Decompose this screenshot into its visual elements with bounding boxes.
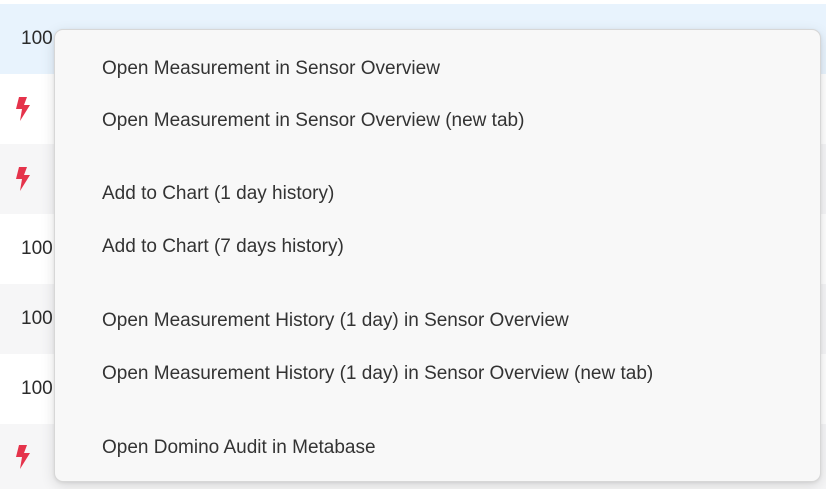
table-cell-value: 100 — [21, 238, 53, 259]
lightning-bolt-icon — [14, 165, 34, 193]
table-cell-value: 100 — [21, 378, 53, 399]
menu-item-add-to-chart-1-day[interactable]: Add to Chart (1 day history) — [55, 174, 820, 214]
table-cell-value: 100 — [21, 28, 53, 49]
menu-item-open-history-sensor-overview[interactable]: Open Measurement History (1 day) in Sens… — [55, 301, 820, 341]
menu-item-open-history-sensor-overview-new-tab[interactable]: Open Measurement History (1 day) in Sens… — [55, 354, 820, 394]
context-menu: Open Measurement in Sensor Overview Open… — [54, 29, 821, 482]
table-cell-value: 100 — [21, 308, 53, 329]
lightning-bolt-icon — [14, 443, 34, 471]
menu-item-open-domino-audit-metabase[interactable]: Open Domino Audit in Metabase — [55, 428, 820, 468]
menu-item-add-to-chart-7-days[interactable]: Add to Chart (7 days history) — [55, 227, 820, 267]
menu-item-open-measurement-sensor-overview[interactable]: Open Measurement in Sensor Overview — [55, 49, 820, 89]
menu-item-open-measurement-sensor-overview-new-tab[interactable]: Open Measurement in Sensor Overview (new… — [55, 101, 820, 141]
lightning-bolt-icon — [14, 95, 34, 123]
